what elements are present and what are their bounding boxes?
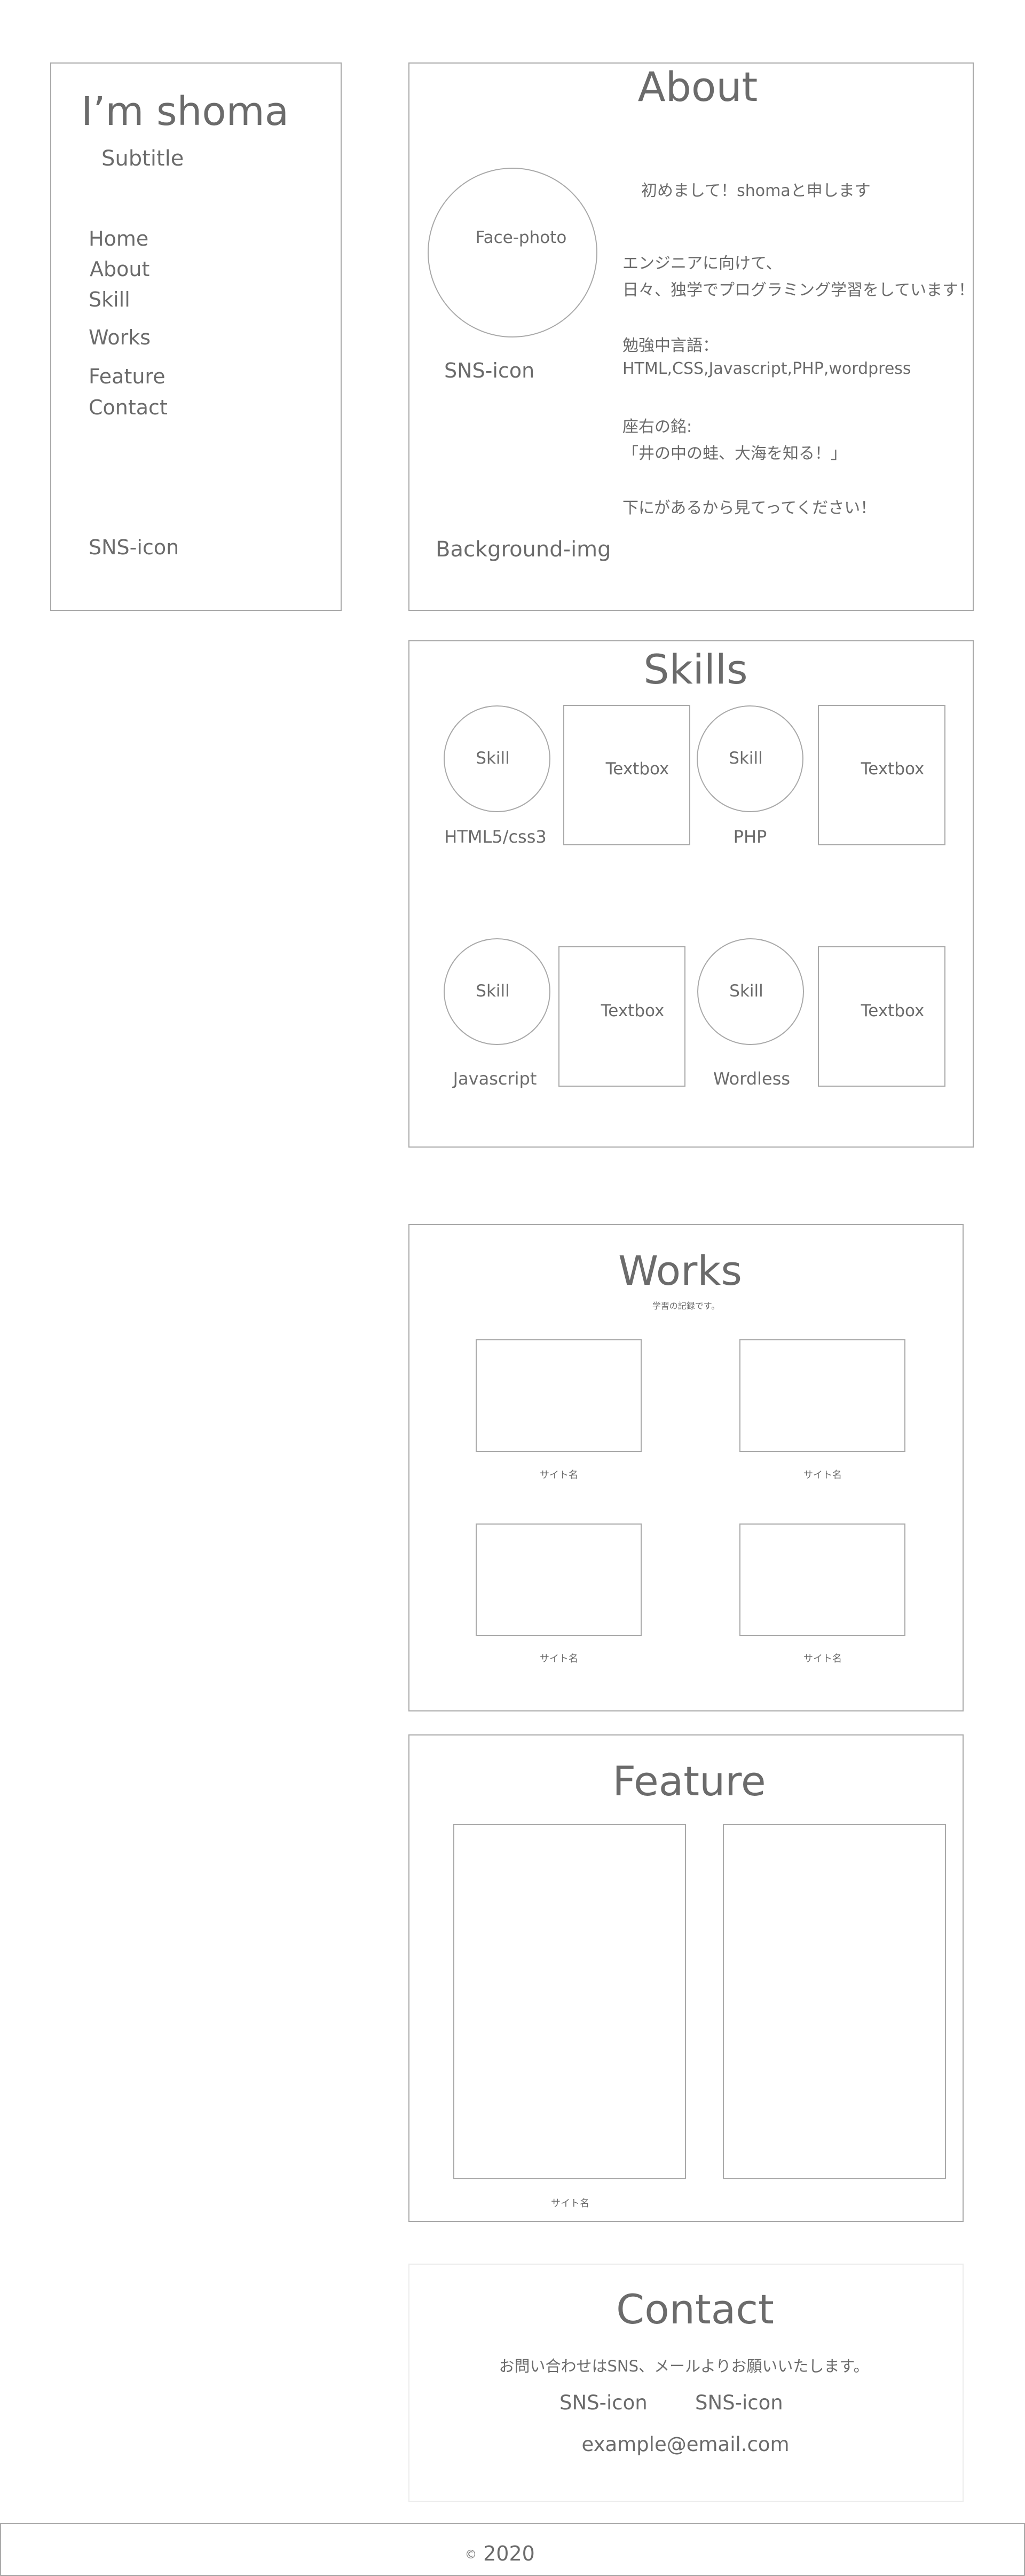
about-line-2: 日々、独学でプログラミング学習をしています！ xyxy=(622,281,975,300)
nav-item-feature[interactable]: Feature xyxy=(89,365,165,388)
contact-email[interactable]: example@email.com xyxy=(581,2433,789,2456)
work-site-name[interactable]: サイト名 xyxy=(803,1467,842,1481)
feature-site-name[interactable]: サイト名 xyxy=(551,2196,589,2210)
sidebar-sns-icon[interactable]: SNS-icon xyxy=(89,536,179,559)
contact-title: Contact xyxy=(616,2286,774,2333)
about-sns-icon[interactable]: SNS-icon xyxy=(444,359,534,382)
copyright-icon: © xyxy=(465,2548,477,2562)
about-line-6: 「井の中の蛙、大海を知る！」 xyxy=(622,444,847,463)
about-line-7: 下にがあるから見てってください！ xyxy=(622,499,877,517)
feature-card[interactable] xyxy=(453,1824,686,2179)
face-photo xyxy=(428,168,597,337)
skill-name: PHP xyxy=(733,827,767,847)
contact-sns-icon[interactable]: SNS-icon xyxy=(559,2391,648,2414)
contact-sns-icon[interactable]: SNS-icon xyxy=(695,2391,783,2414)
nav-item-home[interactable]: Home xyxy=(89,227,148,250)
about-greeting: 初めまして！shomaと申します xyxy=(641,182,871,200)
skill-name: HTML5/css3 xyxy=(444,827,547,847)
about-line-4: HTML,CSS,Javascript,PHP,wordpress xyxy=(622,359,911,378)
site-subtitle: Subtitle xyxy=(101,146,184,171)
skills-title: Skills xyxy=(643,646,748,693)
skill-textbox-label: Textbox xyxy=(605,759,669,779)
skill-name: Wordless xyxy=(713,1069,791,1089)
copyright-year: 2020 xyxy=(483,2542,535,2565)
face-photo-label: Face-photo xyxy=(475,228,567,247)
feature-card[interactable] xyxy=(723,1824,946,2179)
feature-title: Feature xyxy=(612,1757,766,1805)
skill-textbox-label: Textbox xyxy=(601,1001,665,1020)
footer-copyright: © 2020 xyxy=(465,2542,535,2565)
works-section xyxy=(408,1224,964,1711)
work-thumbnail[interactable] xyxy=(739,1523,905,1636)
skill-icon-label: Skill xyxy=(729,749,763,768)
background-img-label: Background-img xyxy=(436,537,611,562)
contact-text: お問い合わせはSNS、メールよりお願いいたします。 xyxy=(499,2357,869,2375)
work-thumbnail[interactable] xyxy=(739,1339,905,1452)
site-name: I’m shoma xyxy=(81,89,289,135)
skill-name: Javascript xyxy=(453,1069,537,1089)
skill-icon-label: Skill xyxy=(476,981,510,1001)
about-line-1: エンジニアに向けて、 xyxy=(622,254,782,273)
skill-textbox-label: Textbox xyxy=(861,759,925,779)
nav-item-skill[interactable]: Skill xyxy=(89,288,130,311)
nav-item-about[interactable]: About xyxy=(90,257,149,281)
about-line-3: 勉強中言語： xyxy=(622,336,719,355)
work-site-name[interactable]: サイト名 xyxy=(803,1651,842,1665)
about-title: About xyxy=(637,63,758,111)
about-line-5: 座右の銘: xyxy=(622,418,692,436)
skill-icon-label: Skill xyxy=(729,981,763,1001)
nav-item-works[interactable]: Works xyxy=(89,326,151,349)
nav-item-contact[interactable]: Contact xyxy=(89,396,168,419)
work-site-name[interactable]: サイト名 xyxy=(540,1467,578,1481)
works-title: Works xyxy=(618,1247,743,1294)
works-subtitle: 学習の記録です。 xyxy=(652,1301,720,1311)
work-thumbnail[interactable] xyxy=(476,1523,642,1636)
skill-icon-label: Skill xyxy=(476,749,510,768)
skill-textbox-label: Textbox xyxy=(861,1001,925,1020)
work-site-name[interactable]: サイト名 xyxy=(540,1651,578,1665)
work-thumbnail[interactable] xyxy=(476,1339,642,1452)
